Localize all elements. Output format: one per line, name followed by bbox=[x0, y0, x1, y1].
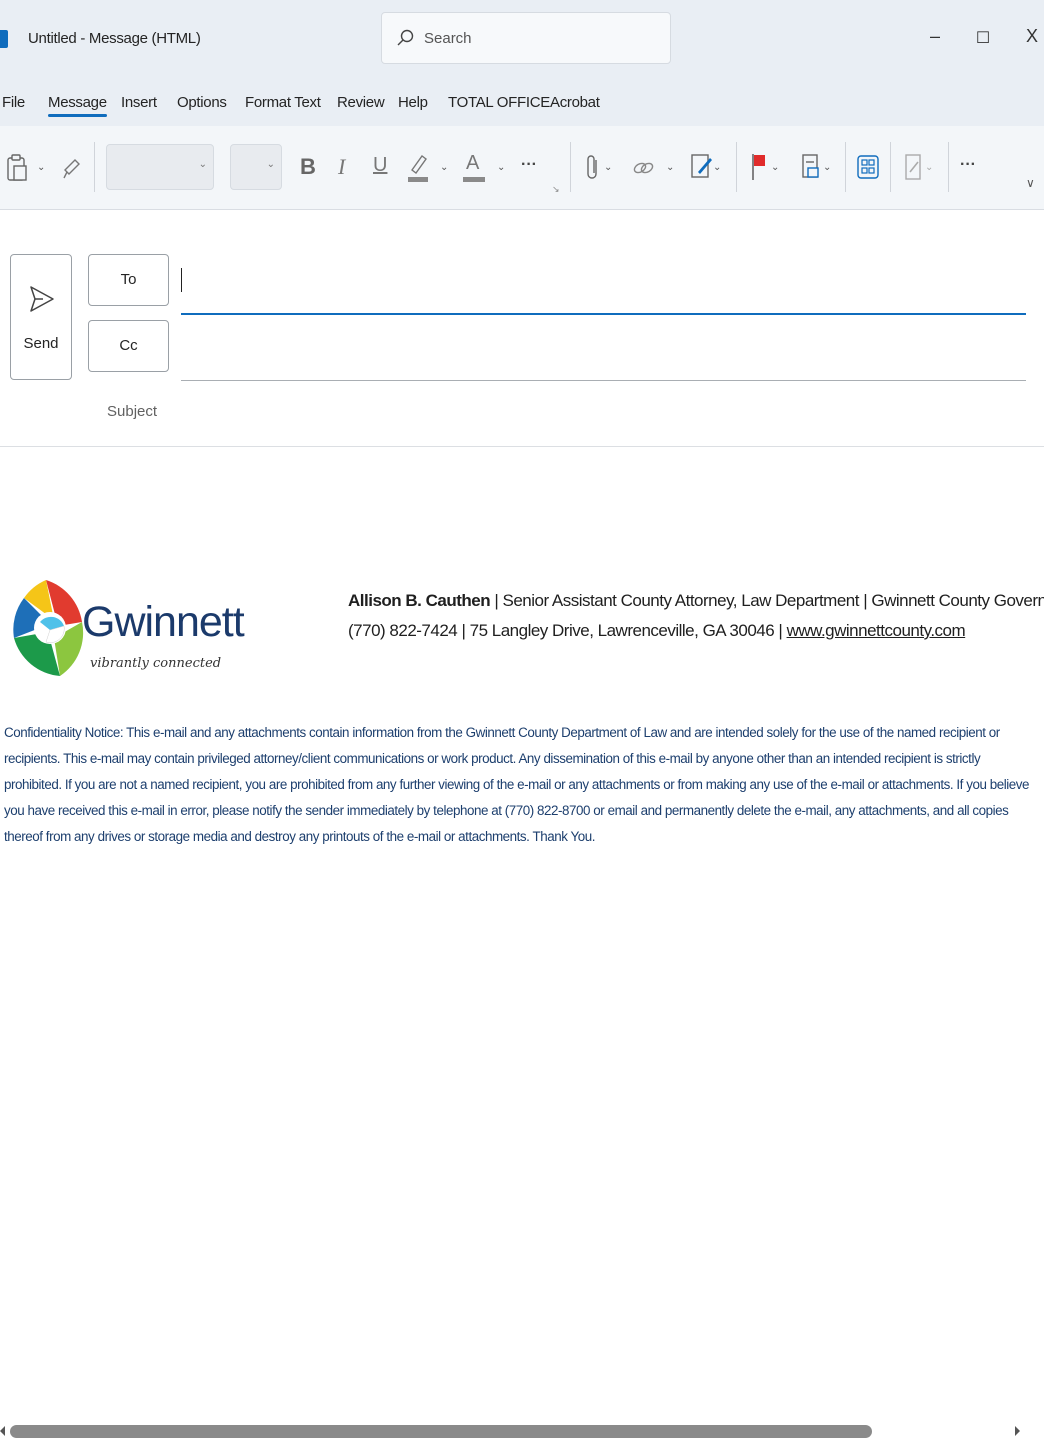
tab-options[interactable]: Options bbox=[177, 94, 227, 111]
text-cursor bbox=[181, 268, 182, 292]
send-icon bbox=[30, 286, 54, 312]
dictate-icon[interactable] bbox=[903, 152, 925, 182]
chevron-down-icon: ⌄ bbox=[198, 159, 207, 170]
send-button[interactable]: Send bbox=[10, 254, 72, 380]
tab-insert[interactable]: Insert bbox=[121, 94, 157, 111]
font-color-button[interactable]: A bbox=[466, 152, 479, 175]
search-icon bbox=[397, 29, 414, 46]
tab-file[interactable]: File bbox=[2, 94, 25, 111]
signature-title: | Senior Assistant County Attorney, Law … bbox=[490, 591, 1044, 610]
subject-field[interactable]: Subject bbox=[107, 403, 157, 420]
font-color-swatch bbox=[463, 177, 485, 182]
cc-field[interactable] bbox=[181, 380, 1026, 381]
tab-total-office[interactable]: TOTAL OFFICE bbox=[448, 94, 550, 111]
signature-name: Allison B. Cauthen bbox=[348, 591, 491, 610]
format-painter-icon[interactable] bbox=[62, 156, 82, 180]
paste-icon[interactable] bbox=[6, 154, 28, 182]
logo-tagline: vibrantly connected bbox=[90, 656, 222, 671]
underline-button[interactable]: U bbox=[373, 154, 387, 177]
outlook-icon: outlook-icon bbox=[0, 30, 8, 48]
ribbon-separator bbox=[890, 142, 891, 192]
attach-icon[interactable] bbox=[586, 154, 600, 182]
highlight-icon[interactable] bbox=[406, 152, 430, 184]
link-icon[interactable] bbox=[632, 158, 656, 178]
italic-button[interactable]: I bbox=[338, 154, 345, 180]
search-box[interactable]: Search bbox=[381, 12, 671, 64]
font-family-dropdown[interactable]: ⌄ bbox=[106, 144, 214, 190]
dialog-launcher-icon[interactable]: ↘ bbox=[552, 184, 560, 195]
send-label: Send bbox=[23, 335, 59, 352]
ribbon-separator bbox=[845, 142, 846, 192]
ribbon-collapse-button[interactable]: ∨ bbox=[1026, 176, 1035, 190]
tag-dropdown-chevron[interactable]: ⌄ bbox=[823, 162, 831, 173]
highlight-dropdown-chevron[interactable]: ⌄ bbox=[440, 162, 448, 173]
tab-format-text[interactable]: Format Text bbox=[245, 94, 321, 111]
chevron-down-icon: ⌄ bbox=[266, 159, 275, 170]
menu-bar: File Message Insert Options Format Text … bbox=[0, 80, 1044, 126]
confidentiality-notice: Confidentiality Notice: This e-mail and … bbox=[4, 725, 1030, 844]
signature-line-1: Allison B. Cauthen | Senior Assistant Co… bbox=[348, 591, 1044, 611]
signature-icon[interactable] bbox=[690, 152, 714, 182]
more-format-button[interactable]: ··· bbox=[521, 156, 537, 174]
cc-button[interactable]: Cc bbox=[88, 320, 169, 372]
font-color-dropdown-chevron[interactable]: ⌄ bbox=[497, 162, 505, 173]
maximize-button[interactable]: ☐ bbox=[973, 28, 993, 48]
signature-line-2: (770) 822-7424 | 75 Langley Drive, Lawre… bbox=[348, 621, 966, 641]
minimize-button[interactable]: – bbox=[925, 26, 945, 47]
signature-contact: (770) 822-7424 | 75 Langley Drive, Lawre… bbox=[348, 621, 787, 640]
attach-dropdown-chevron[interactable]: ⌄ bbox=[604, 162, 612, 173]
flag-icon[interactable] bbox=[750, 152, 768, 182]
ribbon-separator bbox=[94, 142, 95, 192]
dictate-dropdown-chevron[interactable]: ⌄ bbox=[925, 162, 933, 173]
link-dropdown-chevron[interactable]: ⌄ bbox=[666, 162, 674, 173]
title-bar: outlook-icon Untitled - Message (HTML) S… bbox=[0, 0, 1044, 80]
scroll-left-arrow[interactable] bbox=[0, 1426, 5, 1436]
search-placeholder: Search bbox=[424, 30, 472, 47]
tab-message[interactable]: Message bbox=[48, 94, 107, 117]
ribbon-separator bbox=[948, 142, 949, 192]
paste-dropdown-chevron[interactable]: ⌄ bbox=[37, 162, 45, 173]
ribbon-separator bbox=[570, 142, 571, 192]
signature-dropdown-chevron[interactable]: ⌄ bbox=[713, 162, 721, 173]
tab-acrobat[interactable]: Acrobat bbox=[550, 94, 600, 111]
flag-dropdown-chevron[interactable]: ⌄ bbox=[771, 162, 779, 173]
window-title: Untitled - Message (HTML) bbox=[28, 30, 201, 47]
header-divider bbox=[0, 446, 1044, 447]
close-button[interactable]: X bbox=[1022, 26, 1042, 47]
ribbon: ⌄ ⌄ ⌄ B I U ⌄ A ⌄ ··· ↘ ⌄ ⌄ ⌄ ⌄ ⌄ ⌄ ··· … bbox=[0, 126, 1044, 210]
to-field[interactable] bbox=[181, 313, 1026, 315]
scroll-right-arrow[interactable] bbox=[1015, 1426, 1020, 1436]
tab-review[interactable]: Review bbox=[337, 94, 385, 111]
horizontal-scrollbar[interactable] bbox=[0, 1420, 1044, 1440]
tab-help[interactable]: Help bbox=[398, 94, 428, 111]
logo-wordmark: Gwinnett bbox=[82, 598, 245, 646]
website-link[interactable]: www.gwinnettcounty.com bbox=[787, 621, 966, 640]
to-button[interactable]: To bbox=[88, 254, 169, 306]
apps-icon[interactable] bbox=[856, 154, 880, 180]
bold-button[interactable]: B bbox=[300, 154, 316, 180]
scrollbar-thumb[interactable] bbox=[10, 1425, 872, 1438]
tag-icon[interactable] bbox=[800, 152, 822, 182]
more-options-button[interactable]: ··· bbox=[960, 156, 976, 174]
font-size-dropdown[interactable]: ⌄ bbox=[230, 144, 282, 190]
ribbon-separator bbox=[736, 142, 737, 192]
